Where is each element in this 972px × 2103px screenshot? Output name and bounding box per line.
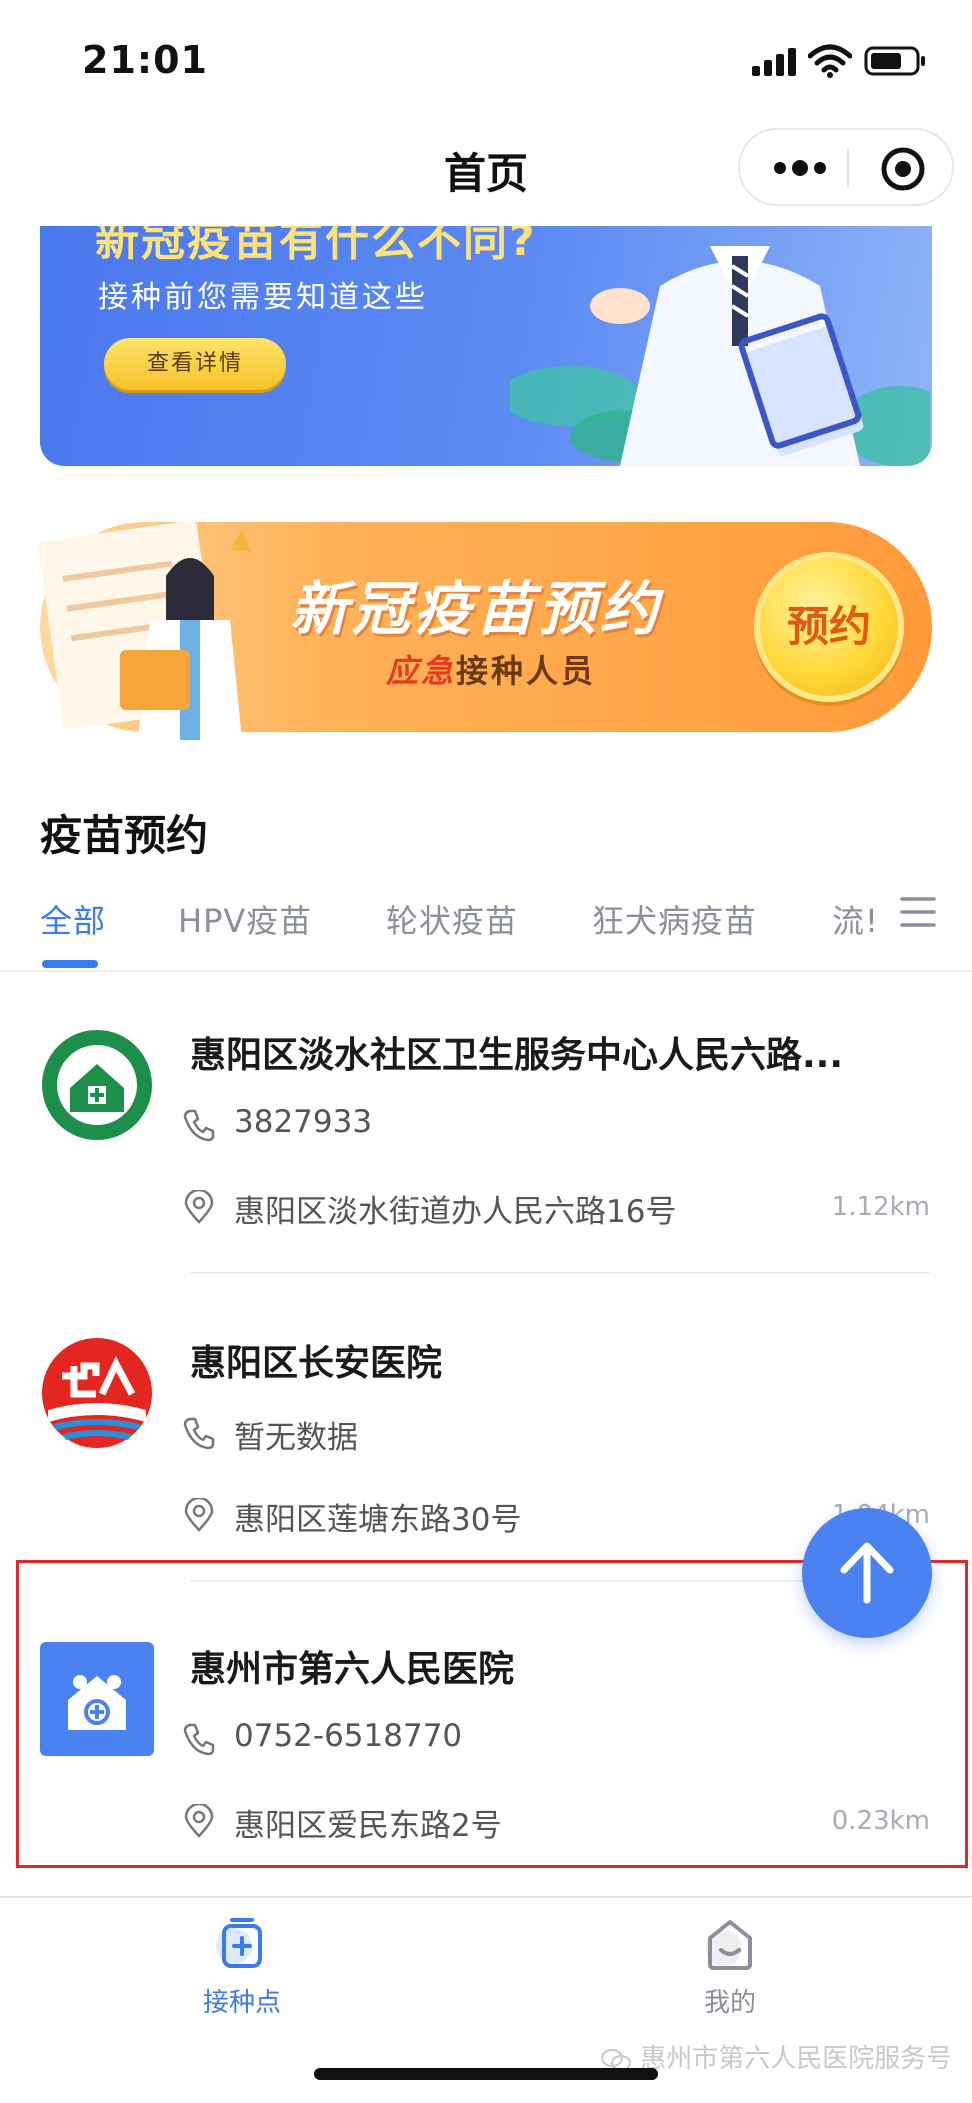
hospital-name: 惠阳区淡水社区卫生服务中心人民六路... [190, 1035, 844, 1076]
hospital-distance: 1.12km [831, 1192, 930, 1222]
tabbar-label: 接种点 [202, 1988, 281, 2018]
hospital-name: 惠阳区长安医院 [190, 1343, 443, 1384]
tab-hpv[interactable]: HPV疫苗 [178, 896, 312, 942]
status-bar: 21:01 [0, 0, 972, 120]
back-to-top-button[interactable] [802, 1508, 932, 1638]
status-time: 21:01 [82, 38, 208, 82]
banner-cut-title: 新冠疫苗有什么不同? [95, 226, 537, 266]
changan-hospital-logo [42, 1338, 152, 1448]
tab-all[interactable]: 全部 [40, 896, 106, 942]
view-details-button[interactable]: 查看详情 [104, 338, 286, 390]
tab-rotavirus[interactable]: 轮状疫苗 [386, 896, 518, 942]
active-tab-indicator [42, 960, 98, 968]
wifi-icon [808, 44, 852, 78]
tabbar-vaccination-point[interactable]: 接种点 [142, 1916, 342, 2019]
booking-banner-subtitle: 应急接种人员 [386, 646, 596, 692]
hospital-phone: 暂无数据 [234, 1420, 358, 1456]
recipients-text: 接种人员 [456, 652, 597, 690]
vaccine-info-banner[interactable]: 新冠疫苗有什么不同? 接种前您需要知道这些 查看详情 [40, 226, 932, 466]
mini-program-capsule [738, 128, 954, 206]
location-icon [184, 1190, 214, 1224]
hospital-phone: 3827933 [234, 1104, 373, 1140]
book-now-label: 预约 [786, 602, 871, 651]
list-divider [190, 1272, 930, 1274]
hospital-address: 惠阳区莲塘东路30号 [234, 1502, 522, 1538]
tabs-divider [0, 970, 972, 972]
phone-icon [183, 1417, 215, 1450]
location-icon [184, 1498, 214, 1532]
hospital-address: 惠阳区淡水街道办人民六路16号 [234, 1194, 677, 1230]
profile-icon [706, 1920, 752, 1970]
vaccination-point-icon [216, 1918, 262, 1968]
banner-subtitle: 接种前您需要知道这些 [98, 280, 428, 315]
battery-icon [864, 46, 925, 76]
tabbar-profile[interactable]: 我的 [630, 1916, 830, 2019]
tab-flu[interactable]: 流! [832, 896, 876, 942]
emergency-text: 应急 [386, 652, 457, 690]
target-icon[interactable] [880, 146, 926, 192]
vaccine-category-tabs: 全部 HPV疫苗 轮状疫苗 狂犬病疫苗 流! [0, 896, 972, 966]
doctor-illustration [510, 246, 930, 466]
tabbar-label: 我的 [703, 1988, 756, 2018]
section-title: 疫苗预约 [40, 811, 209, 860]
arrow-up-icon [840, 1542, 894, 1604]
nurse-illustration [38, 520, 252, 740]
book-now-button[interactable]: 预约 [754, 552, 904, 702]
more-icon[interactable] [770, 156, 830, 180]
watermark-text: 惠州市第六人民医院服务号 [640, 2044, 953, 2074]
home-indicator [314, 2068, 658, 2080]
booking-banner-title: 新冠疫苗预约 [290, 575, 663, 643]
hospital-list-item[interactable]: 惠阳区淡水社区卫生服务中心人民六路... 3827933 惠阳区淡水街道办人民六… [0, 974, 972, 1274]
capsule-divider [847, 148, 849, 188]
tab-rabies[interactable]: 狂犬病疫苗 [592, 896, 757, 942]
covid-vaccine-booking-banner[interactable]: 新冠疫苗预约 应急接种人员 预约 [38, 520, 932, 740]
signal-icon [752, 48, 796, 76]
phone-icon [183, 1109, 215, 1142]
community-health-center-logo [42, 1030, 152, 1140]
menu-icon[interactable] [900, 896, 936, 928]
